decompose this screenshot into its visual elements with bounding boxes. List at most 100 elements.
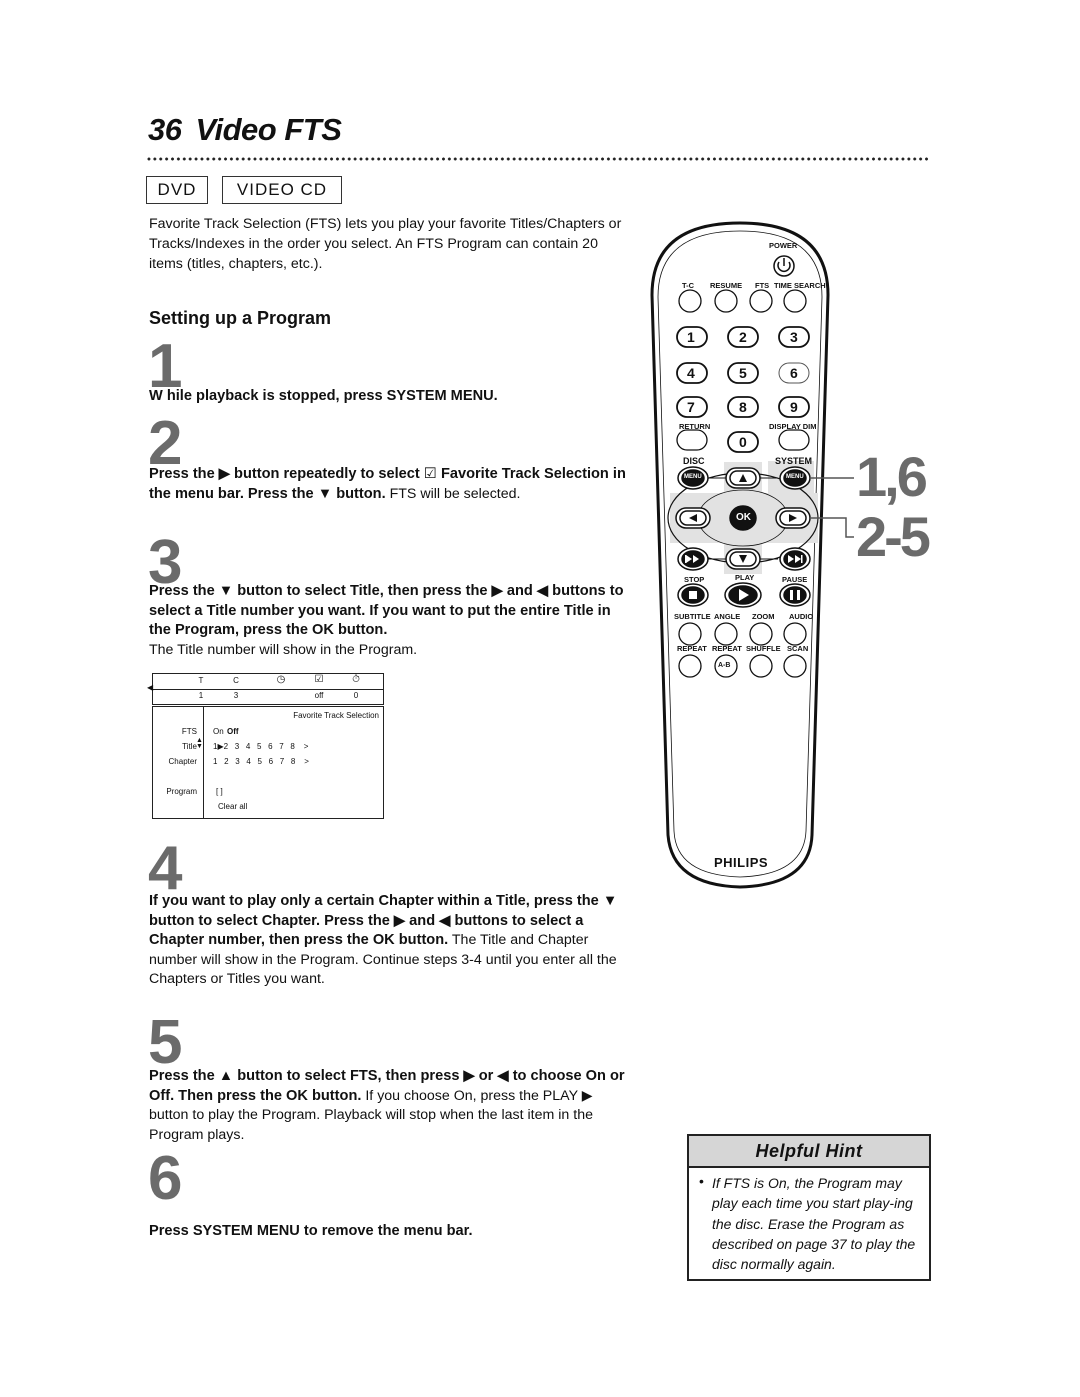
page-title: 36 Video FTS bbox=[148, 112, 342, 148]
repeat-label: REPEAT bbox=[677, 644, 707, 653]
ok-button[interactable]: OK bbox=[736, 512, 751, 523]
osd-title-header: T bbox=[198, 676, 204, 685]
checkbox-icon: ☑ bbox=[423, 466, 437, 482]
dotted-divider bbox=[146, 157, 930, 161]
osd-panel-title: Favorite Track Selection bbox=[293, 711, 379, 720]
step-5-text: Press the ▲ button to select FTS, then p… bbox=[149, 1067, 631, 1145]
step-4-text: If you want to play only a certain Chapt… bbox=[149, 892, 631, 990]
osd-chapter-value: 3 bbox=[233, 691, 239, 700]
video-cd-badge-label: VIDEO CD bbox=[236, 180, 328, 199]
disc-menu-button[interactable]: MENU bbox=[684, 474, 702, 480]
step-2-text: Press the ▶ button repeatedly to select … bbox=[149, 465, 631, 504]
zoom-label: ZOOM bbox=[752, 612, 775, 621]
osd-menu-bar: T C ◷ ☑ ⏱ ◀ 1 3 off 0 bbox=[147, 673, 384, 705]
helpful-hint-title: Helpful Hint bbox=[689, 1136, 929, 1168]
digit-3-button[interactable]: 3 bbox=[790, 329, 798, 345]
page-title-text: Video FTS bbox=[195, 112, 342, 147]
step-3-note: The Title number will show in the Progra… bbox=[149, 641, 418, 658]
title-number[interactable]: 7 bbox=[279, 742, 283, 751]
chapter-number[interactable]: 6 bbox=[269, 757, 273, 766]
digit-1-button[interactable]: 1 bbox=[687, 329, 695, 345]
callout-steps-1-6: 1,6 bbox=[856, 445, 928, 508]
osd-timer-value: 0 bbox=[353, 691, 359, 700]
step-2-note: FTS will be selected. bbox=[385, 485, 521, 502]
digit-0-button[interactable]: 0 bbox=[739, 434, 747, 450]
digit-5-button[interactable]: 5 bbox=[739, 365, 747, 381]
hint-text: If FTS is On, the Program may play each … bbox=[712, 1175, 916, 1273]
digit-8-button[interactable]: 8 bbox=[739, 399, 747, 415]
digit-4-button[interactable]: 4 bbox=[687, 365, 695, 381]
repeat-ab-button[interactable]: A-B bbox=[718, 662, 730, 669]
display-dim-label: DISPLAY DIM bbox=[769, 422, 817, 431]
title-number[interactable]: 4 bbox=[246, 742, 250, 751]
digit-2-button[interactable]: 2 bbox=[739, 329, 747, 345]
step-6-text: Press SYSTEM MENU to remove the menu bar… bbox=[149, 1222, 631, 1242]
fts-label: FTS bbox=[755, 281, 770, 290]
hint-bullet: • bbox=[699, 1173, 704, 1189]
helpful-hint-box: Helpful Hint • If FTS is On, the Program… bbox=[687, 1134, 931, 1281]
t-c-label: T-C bbox=[682, 281, 695, 290]
chapter-number[interactable]: 7 bbox=[280, 757, 284, 766]
scan-label: SCAN bbox=[787, 644, 809, 653]
checkbox-icon: ☑ bbox=[314, 674, 324, 685]
stop-label: STOP bbox=[684, 575, 705, 584]
chapter-number[interactable]: 5 bbox=[258, 757, 262, 766]
step-number-6: 6 bbox=[148, 1144, 183, 1213]
angle-label: ANGLE bbox=[714, 612, 741, 621]
subtitle-label: SUBTITLE bbox=[674, 612, 711, 621]
osd-label-chapter: Chapter bbox=[168, 757, 197, 766]
osd-label-fts: FTS bbox=[181, 727, 197, 736]
page-number: 36 bbox=[148, 112, 182, 147]
disc-label: DISC bbox=[683, 456, 705, 466]
title-next[interactable]: > bbox=[304, 742, 309, 751]
digit-7-button[interactable]: 7 bbox=[687, 399, 695, 415]
osd-chapter-numbers: 1 2 3 4 5 6 7 8 > bbox=[213, 757, 309, 766]
audio-label: AUDIO bbox=[789, 612, 814, 621]
osd-label-program: Program bbox=[166, 787, 197, 796]
osd-label-title: Title bbox=[182, 742, 197, 751]
digit-9-button[interactable]: 9 bbox=[790, 399, 798, 415]
section-title: Setting up a Program bbox=[149, 308, 332, 328]
updown-arrows-icon: ▲ ▼ bbox=[196, 737, 203, 750]
osd-fts-value: off bbox=[314, 691, 324, 700]
title-number[interactable]: 3 bbox=[235, 742, 239, 751]
step-3-instruction: Press the ▼ button to select Title, then… bbox=[149, 583, 624, 638]
osd-fts-panel: Favorite Track Selection FTS On Off Titl… bbox=[152, 706, 384, 819]
title-number[interactable]: 6 bbox=[268, 742, 272, 751]
osd-clear-all[interactable]: Clear all bbox=[218, 802, 247, 811]
osd-fts-off[interactable]: Off bbox=[227, 727, 239, 736]
title-number[interactable]: 8 bbox=[290, 742, 294, 751]
chapter-number[interactable]: 4 bbox=[246, 757, 250, 766]
video-cd-badge: VIDEO CD bbox=[222, 176, 342, 204]
step-6-instruction: Press SYSTEM MENU to remove the menu bar… bbox=[149, 1223, 473, 1239]
return-label: RETURN bbox=[679, 422, 711, 431]
osd-chapter-header: C bbox=[233, 676, 239, 685]
resume-label: RESUME bbox=[710, 281, 743, 290]
shuffle-label: SHUFFLE bbox=[746, 644, 781, 653]
system-menu-button[interactable]: MENU bbox=[786, 474, 804, 480]
title-number[interactable]: 5 bbox=[257, 742, 261, 751]
chapter-number[interactable]: 3 bbox=[235, 757, 239, 766]
osd-title-value: 1 bbox=[198, 691, 204, 700]
digit-6-button[interactable]: 6 bbox=[790, 365, 798, 381]
title-number[interactable]: 2 bbox=[224, 742, 228, 751]
chapter-number[interactable]: 1 bbox=[213, 757, 217, 766]
chapter-next[interactable]: > bbox=[304, 757, 309, 766]
philips-logo: PHILIPS bbox=[714, 855, 769, 870]
step-number-4: 4 bbox=[148, 834, 183, 903]
step-number-5: 5 bbox=[148, 1008, 183, 1077]
chapter-number[interactable]: 2 bbox=[224, 757, 228, 766]
intro-paragraph: Favorite Track Selection (FTS) lets you … bbox=[149, 216, 622, 272]
osd-fts-on[interactable]: On bbox=[213, 727, 224, 736]
osd-title-numbers: 1▶2 3 4 5 6 7 8 > bbox=[213, 742, 308, 751]
audio-clock-icon: ◷ bbox=[276, 674, 286, 685]
power-label: POWER bbox=[769, 241, 798, 250]
time-search-label: TIME SEARCH bbox=[774, 281, 826, 290]
osd-panel-divider bbox=[203, 707, 204, 818]
step-3-text: Press the ▼ button to select Title, then… bbox=[149, 582, 631, 660]
system-label: SYSTEM bbox=[775, 456, 813, 466]
dvd-badge-label: DVD bbox=[157, 180, 197, 199]
chapter-number[interactable]: 8 bbox=[291, 757, 295, 766]
pause-label: PAUSE bbox=[782, 575, 808, 584]
step-1-text: W hile playback is stopped, press SYSTEM… bbox=[149, 387, 631, 407]
